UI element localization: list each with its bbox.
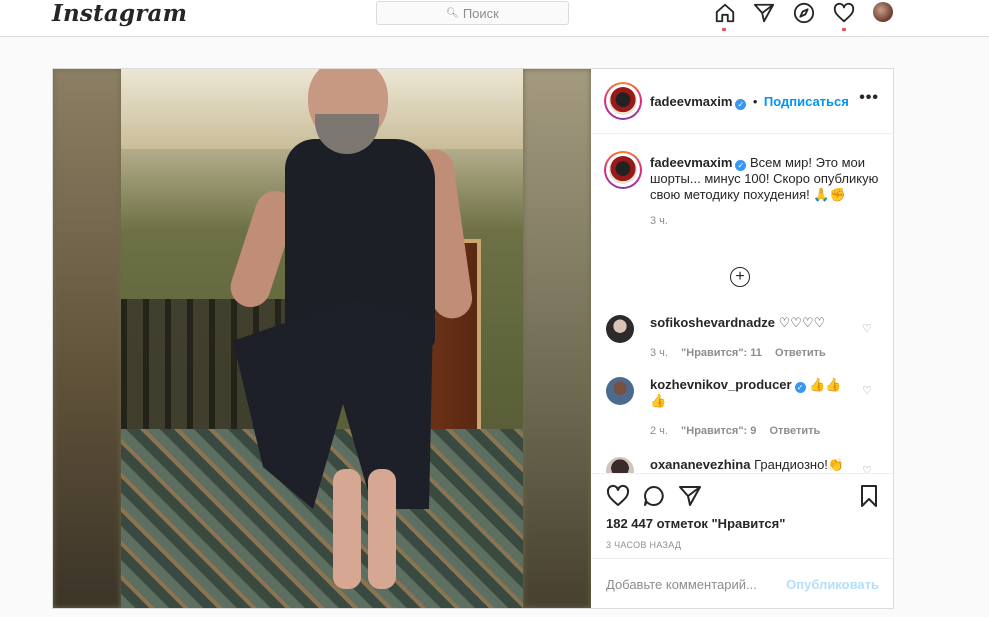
author-avatar[interactable] bbox=[604, 82, 642, 120]
like-heart-icon[interactable] bbox=[606, 484, 630, 508]
profile-avatar[interactable] bbox=[873, 2, 893, 22]
post-actions: 182 447 отметок "Нравится" 3 ЧАСОВ НАЗАД bbox=[592, 473, 893, 550]
comment-likes[interactable]: "Нравится": 9 bbox=[681, 425, 756, 437]
reply-button[interactable]: Ответить bbox=[769, 425, 820, 437]
instagram-logo[interactable]: Instagram bbox=[52, 0, 187, 27]
photo-blur-left bbox=[53, 69, 121, 608]
more-options-icon[interactable]: ••• bbox=[859, 89, 879, 107]
comment-likes[interactable]: "Нравится": 11 bbox=[681, 347, 762, 359]
publish-button[interactable]: Опубликовать bbox=[786, 577, 879, 592]
likes-count[interactable]: 182 447 отметок "Нравится" bbox=[606, 516, 785, 531]
add-comment-input[interactable]: Добавьте комментарий... bbox=[606, 577, 757, 592]
comment-item: oxananevezhina Грандиозно!👏 ♡ bbox=[606, 457, 886, 473]
comment-time: 2 ч. bbox=[650, 425, 668, 437]
reply-button[interactable]: Ответить bbox=[775, 347, 826, 359]
post-timestamp: 3 ЧАСОВ НАЗАД bbox=[606, 540, 682, 550]
post-caption: fadeevmaxim ✓ Всем мир! Это мои шорты... … bbox=[650, 155, 880, 229]
comment-like-heart-icon[interactable]: ♡ bbox=[862, 321, 872, 337]
caption-username[interactable]: fadeevmaxim bbox=[650, 155, 732, 170]
add-comment-bar: Добавьте комментарий... Опубликовать bbox=[592, 558, 893, 609]
home-notification-dot bbox=[722, 28, 726, 31]
search-input[interactable]: 🔍︎ Поиск bbox=[376, 1, 569, 25]
photo-person-leg bbox=[333, 469, 361, 589]
commenter-avatar[interactable] bbox=[606, 315, 634, 343]
photo-blur-right bbox=[523, 69, 591, 608]
activity-notification-dot bbox=[842, 28, 846, 31]
activity-heart-icon[interactable] bbox=[833, 2, 855, 24]
direct-icon[interactable] bbox=[753, 2, 775, 24]
load-more-comments-icon[interactable]: + bbox=[730, 267, 750, 287]
explore-icon[interactable] bbox=[793, 2, 815, 24]
caption-time: 3 ч. bbox=[650, 215, 668, 227]
verified-badge-icon: ✓ bbox=[735, 160, 747, 171]
home-icon[interactable] bbox=[714, 2, 736, 24]
comment-like-heart-icon[interactable]: ♡ bbox=[862, 463, 872, 473]
save-bookmark-icon[interactable] bbox=[857, 484, 881, 508]
post-header: fadeevmaxim ✓ • Подписаться ••• bbox=[592, 69, 893, 134]
author-username[interactable]: fadeevmaxim bbox=[650, 94, 732, 109]
separator-dot: • bbox=[752, 94, 758, 109]
commenter-avatar[interactable] bbox=[606, 457, 634, 473]
verified-badge-icon: ✓ bbox=[794, 382, 806, 393]
comment-text: ♡♡♡♡ bbox=[778, 315, 826, 330]
comment-time: 3 ч. bbox=[650, 347, 668, 359]
commenter-username[interactable]: sofikoshevardnadze bbox=[650, 315, 775, 330]
share-direct-icon[interactable] bbox=[678, 484, 702, 508]
comment-like-heart-icon[interactable]: ♡ bbox=[862, 383, 872, 399]
post-photo[interactable] bbox=[53, 69, 591, 608]
commenter-avatar[interactable] bbox=[606, 377, 634, 405]
verified-badge-icon: ✓ bbox=[735, 99, 747, 110]
comment-text: Грандиозно!👏 bbox=[754, 457, 845, 472]
commenter-username[interactable]: oxananevezhina bbox=[650, 457, 750, 472]
comment-bubble-icon[interactable] bbox=[642, 484, 666, 508]
top-navigation-bar: Instagram 🔍︎ Поиск bbox=[0, 0, 989, 37]
photo-person-leg bbox=[368, 469, 396, 589]
search-icon: 🔍︎ bbox=[446, 7, 459, 19]
search-placeholder: Поиск bbox=[462, 5, 499, 21]
post-side-panel: fadeevmaxim ✓ • Подписаться ••• fadeevmax… bbox=[592, 69, 893, 608]
caption-author-avatar[interactable] bbox=[604, 151, 642, 189]
post-card: fadeevmaxim ✓ • Подписаться ••• fadeevmax… bbox=[52, 68, 894, 609]
commenter-username[interactable]: kozhevnikov_producer bbox=[650, 377, 792, 392]
follow-button[interactable]: Подписаться bbox=[764, 94, 849, 109]
